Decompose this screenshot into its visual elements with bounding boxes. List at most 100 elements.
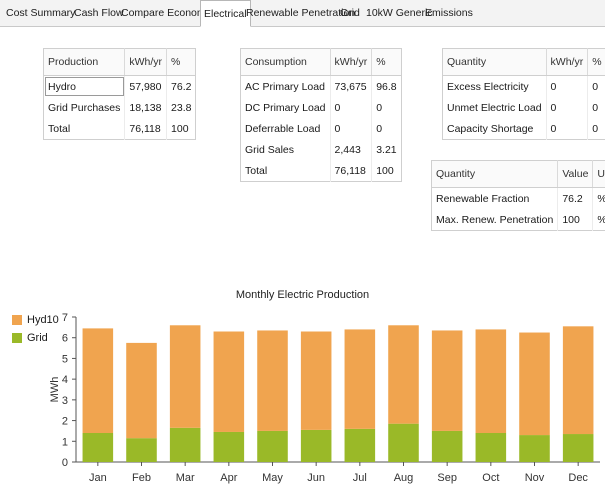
table-cell[interactable]: Renewable Fraction [431, 187, 559, 209]
bar-segment-grid [562, 434, 594, 462]
y-tick-label: 0 [62, 457, 68, 469]
table-cell[interactable]: 2,443 [330, 139, 373, 160]
table-cell[interactable]: 0 [588, 97, 605, 118]
column-header[interactable]: % [166, 48, 196, 76]
bar-segment-grid [475, 433, 507, 462]
x-tick-label: Nov [525, 472, 545, 484]
table-row[interactable]: Grid Sales 2,443 3.21 [240, 139, 402, 160]
column-header[interactable]: kWh/yr [124, 48, 168, 76]
table-cell[interactable]: 73,675 [330, 75, 373, 97]
table-cell[interactable]: 96.8 [372, 76, 401, 98]
table-cell[interactable]: 0 [588, 118, 605, 140]
table-cell[interactable]: 18,138 [124, 97, 168, 118]
table-cell[interactable]: 76.2 [167, 76, 196, 98]
bar-segment-grid [169, 427, 201, 462]
table-cell[interactable]: Hydro [43, 75, 126, 97]
y-tick-label: 2 [62, 416, 68, 428]
x-tick-label: Jan [89, 472, 107, 484]
table-cell[interactable]: 76,118 [330, 160, 373, 182]
bar-segment-grid [82, 433, 114, 462]
bar-segment-hyd10 [213, 331, 245, 432]
table-cell[interactable]: 0 [330, 118, 373, 139]
y-axis-label: MWh [49, 377, 61, 403]
column-header[interactable]: kWh/yr [330, 48, 373, 76]
column-header[interactable]: % [371, 48, 402, 76]
bar-segment-grid [431, 430, 463, 462]
table-cell[interactable]: Unmet Electric Load [442, 97, 547, 118]
table-cell[interactable]: DC Primary Load [240, 97, 331, 118]
table-row[interactable]: Capacity Shortage 0 0 [442, 118, 605, 140]
table-cell[interactable]: 100 [557, 209, 594, 231]
column-header[interactable]: Units [592, 160, 605, 188]
tab-emissions[interactable]: Emissions [422, 0, 476, 27]
x-tick-label: Oct [482, 472, 499, 484]
table-cell[interactable]: 0 [588, 76, 605, 98]
y-tick-label: 3 [62, 395, 68, 407]
tab-grid[interactable]: Grid [337, 0, 363, 27]
table-cell[interactable]: 3.21 [372, 139, 401, 160]
table-cell[interactable]: 100 [372, 160, 401, 182]
bar-segment-hyd10 [475, 329, 507, 433]
x-tick-label: Feb [132, 472, 151, 484]
table-cell[interactable]: 76,118 [124, 118, 168, 140]
table-cell[interactable]: 57,980 [124, 75, 168, 97]
column-header[interactable]: Value [557, 160, 594, 188]
table-row[interactable]: Hydro 57,980 76.2 [43, 75, 196, 98]
table-cell[interactable]: Excess Electricity [442, 75, 547, 97]
table-cell[interactable]: 0 [372, 97, 401, 118]
x-tick-label: Dec [568, 472, 588, 484]
table-row[interactable]: Deferrable Load 0 0 [240, 118, 402, 139]
table-cell[interactable]: Grid Sales [240, 139, 331, 160]
bar-segment-grid [300, 429, 332, 462]
x-tick-label: Aug [394, 472, 414, 484]
table-cell[interactable]: AC Primary Load [240, 75, 331, 97]
y-tick-label: 6 [62, 333, 68, 345]
tab-cost-summary[interactable]: Cost Summary [3, 0, 78, 27]
table-row[interactable]: DC Primary Load 0 0 [240, 97, 402, 118]
bar-segment-hyd10 [388, 325, 419, 424]
table-cell[interactable]: 76.2 [557, 187, 594, 209]
table-cell[interactable]: Capacity Shortage [442, 118, 547, 140]
table-cell[interactable]: 0 [372, 118, 401, 139]
table-cell[interactable]: Max. Renew. Penetration [431, 209, 559, 231]
table-row[interactable]: Max. Renew. Penetration 100 % [431, 209, 605, 231]
bar-segment-grid [213, 431, 245, 462]
table-row[interactable]: Grid Purchases 18,138 23.8 [43, 97, 196, 118]
table-cell[interactable]: Grid Purchases [43, 97, 126, 118]
bar-segment-hyd10 [300, 331, 332, 430]
table-cell[interactable]: 23.8 [167, 97, 196, 118]
table-row[interactable]: Excess Electricity 0 0 [442, 75, 605, 98]
table-row[interactable]: Total 76,118 100 [43, 118, 196, 140]
bar-segment-hyd10 [82, 328, 114, 433]
column-header[interactable]: Quantity [431, 160, 559, 188]
column-header[interactable]: Production [43, 48, 126, 76]
table-cell[interactable]: % [593, 209, 605, 231]
x-tick-label: Mar [176, 472, 195, 484]
consumption-table: Consumption kWh/yr % AC Primary Load 73,… [240, 48, 402, 182]
x-tick-label: Sep [437, 472, 457, 484]
table-cell[interactable]: 0 [546, 118, 589, 140]
x-tick-label: Jun [307, 472, 325, 484]
table-row[interactable]: AC Primary Load 73,675 96.8 [240, 75, 402, 98]
table-cell[interactable]: 0 [546, 75, 589, 97]
table-cell[interactable]: Total [43, 118, 126, 140]
bar-segment-grid [388, 423, 419, 462]
table-row[interactable]: Unmet Electric Load 0 0 [442, 97, 605, 118]
bar-segment-grid [519, 435, 550, 462]
table-cell[interactable]: % [593, 188, 605, 210]
column-header[interactable]: Consumption [240, 48, 331, 76]
tab-bar: Cost Summary Cash Flow Compare Economics… [0, 0, 605, 27]
table-cell[interactable]: 0 [330, 97, 373, 118]
bar-segment-hyd10 [519, 332, 550, 436]
table-cell[interactable]: 0 [546, 97, 589, 118]
column-header[interactable]: Quantity [442, 48, 547, 76]
table-row[interactable]: Total 76,118 100 [240, 160, 402, 182]
table-cell[interactable]: 100 [167, 118, 196, 140]
table-cell[interactable]: Deferrable Load [240, 118, 331, 139]
column-header[interactable]: % [587, 48, 605, 76]
table-header-row: Production kWh/yr % [43, 48, 196, 76]
bar-segment-hyd10 [431, 330, 463, 431]
table-cell[interactable]: Total [240, 160, 331, 182]
column-header[interactable]: kWh/yr [546, 48, 589, 76]
table-row[interactable]: Renewable Fraction 76.2 % [431, 187, 605, 210]
